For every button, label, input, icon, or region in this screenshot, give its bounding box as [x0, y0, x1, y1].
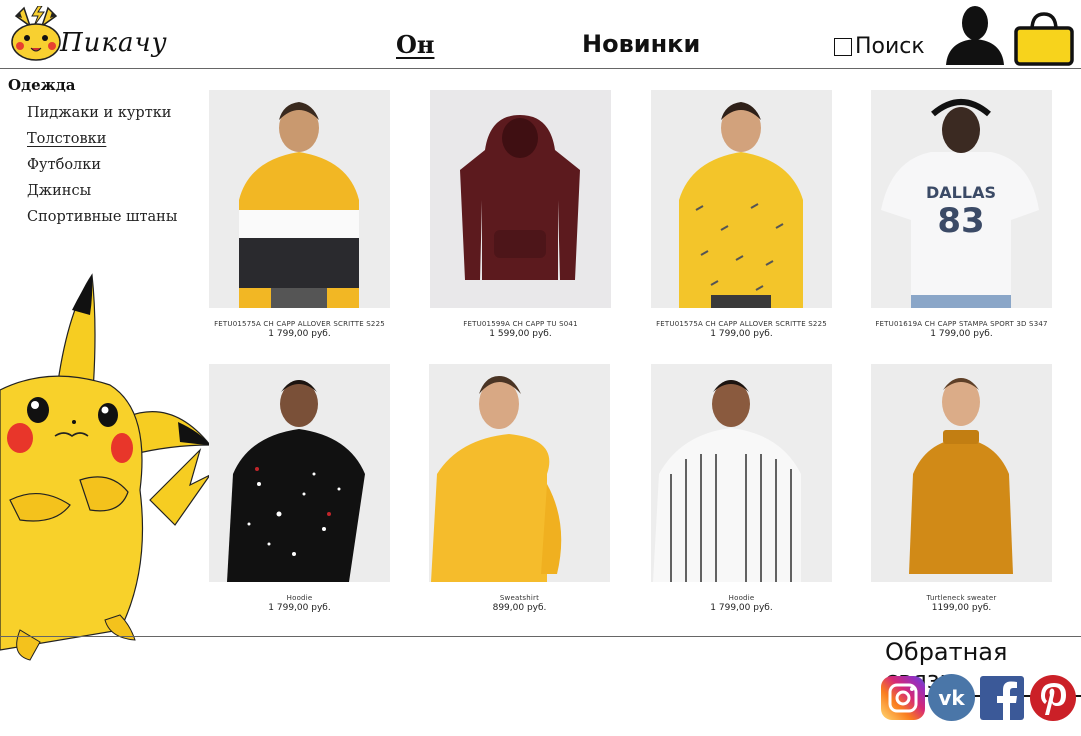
product-price: 1 599,00 руб.: [489, 329, 552, 339]
pinterest-icon[interactable]: [1030, 675, 1076, 721]
product-card[interactable]: FETU01575A CH CAPP ALLOVER SCRITTE S225 …: [209, 90, 390, 339]
product-photo[interactable]: [209, 90, 390, 308]
nav-link-he[interactable]: Он: [396, 30, 434, 59]
product-card[interactable]: DALLAS 83 FETU01619A CH CAPP STAMPA SPOR…: [871, 90, 1052, 339]
facebook-icon[interactable]: [980, 676, 1024, 720]
product-name: FETU01575A CH CAPP ALLOVER SCRITTE S225: [656, 320, 827, 328]
sweater-image: [871, 364, 1052, 582]
shopping-bag-icon[interactable]: [1012, 10, 1076, 66]
product-card[interactable]: Sweatshirt 899,00 руб.: [429, 364, 610, 613]
product-photo[interactable]: [871, 364, 1052, 582]
category-sidebar: Одежда Пиджаки и куртки Толстовки Футбол…: [8, 76, 198, 230]
product-name: FETU01619A CH CAPP STAMPA SPORT 3D S347: [875, 320, 1048, 328]
product-card[interactable]: FETU01599A CH CAPP TU S041 1 599,00 руб.: [430, 90, 611, 339]
product-photo[interactable]: [430, 90, 611, 308]
instagram-icon[interactable]: [881, 676, 925, 720]
hoodie-image: [651, 90, 832, 308]
search-checkbox-icon: [834, 37, 852, 56]
vk-icon[interactable]: vk: [928, 674, 975, 721]
product-price: 899,00 руб.: [492, 603, 547, 613]
sidebar-title: Одежда: [8, 76, 76, 94]
svg-text:83: 83: [937, 201, 984, 241]
product-card[interactable]: Hoodie 1 799,00 руб.: [651, 364, 832, 613]
hoodie-image: DALLAS 83: [871, 90, 1052, 308]
sweatshirt-image: [429, 364, 610, 582]
hoodie-image: [209, 90, 390, 308]
sidebar-item-tshirts[interactable]: Футболки: [27, 152, 198, 178]
user-icon[interactable]: [944, 3, 1006, 65]
product-name: Hoodie: [286, 594, 313, 602]
search-button[interactable]: Поиск: [834, 34, 925, 59]
product-photo[interactable]: [429, 364, 610, 582]
product-card[interactable]: FETU01575A CH CAPP ALLOVER SCRITTE S225 …: [651, 90, 832, 339]
product-card[interactable]: Hoodie 1 799,00 руб.: [209, 364, 390, 613]
footer-divider: [0, 636, 1081, 637]
product-price: 1 799,00 руб.: [710, 329, 773, 339]
pikachu-logo-icon[interactable]: [8, 6, 64, 62]
product-name: FETU01599A CH CAPP TU S041: [463, 320, 578, 328]
product-name: Turtleneck sweater: [926, 594, 997, 602]
sidebar-item-jackets[interactable]: Пиджаки и куртки: [27, 100, 198, 126]
product-price: 1 799,00 руб.: [930, 329, 993, 339]
search-label: Поиск: [855, 34, 925, 59]
product-price: 1 799,00 руб.: [710, 603, 773, 613]
svg-text:DALLAS: DALLAS: [926, 183, 996, 202]
product-price: 1 799,00 руб.: [268, 329, 331, 339]
hoodie-image: [651, 364, 832, 582]
header: Пикачу Он Новинки Поиск: [0, 0, 1081, 69]
product-photo[interactable]: [209, 364, 390, 582]
hoodie-image: [430, 90, 611, 308]
product-name: FETU01575A CH CAPP ALLOVER SCRITTE S225: [214, 320, 385, 328]
product-photo[interactable]: [651, 364, 832, 582]
product-name: Sweatshirt: [499, 594, 540, 602]
svg-text:vk: vk: [938, 686, 965, 710]
nav-link-new[interactable]: Новинки: [582, 30, 700, 58]
hoodie-image: [209, 364, 390, 582]
sidebar-item-hoodies[interactable]: Толстовки: [27, 126, 198, 152]
sidebar-item-sweatpants[interactable]: Спортивные штаны: [27, 204, 198, 230]
product-price: 1199,00 руб.: [931, 603, 992, 613]
product-name: Hoodie: [728, 594, 755, 602]
pikachu-illustration: [0, 273, 212, 661]
logo-text[interactable]: Пикачу: [60, 28, 168, 58]
product-photo[interactable]: [651, 90, 832, 308]
product-price: 1 799,00 руб.: [268, 603, 331, 613]
product-card[interactable]: Turtleneck sweater 1199,00 руб.: [871, 364, 1052, 613]
sidebar-item-jeans[interactable]: Джинсы: [27, 178, 198, 204]
product-photo[interactable]: DALLAS 83: [871, 90, 1052, 308]
